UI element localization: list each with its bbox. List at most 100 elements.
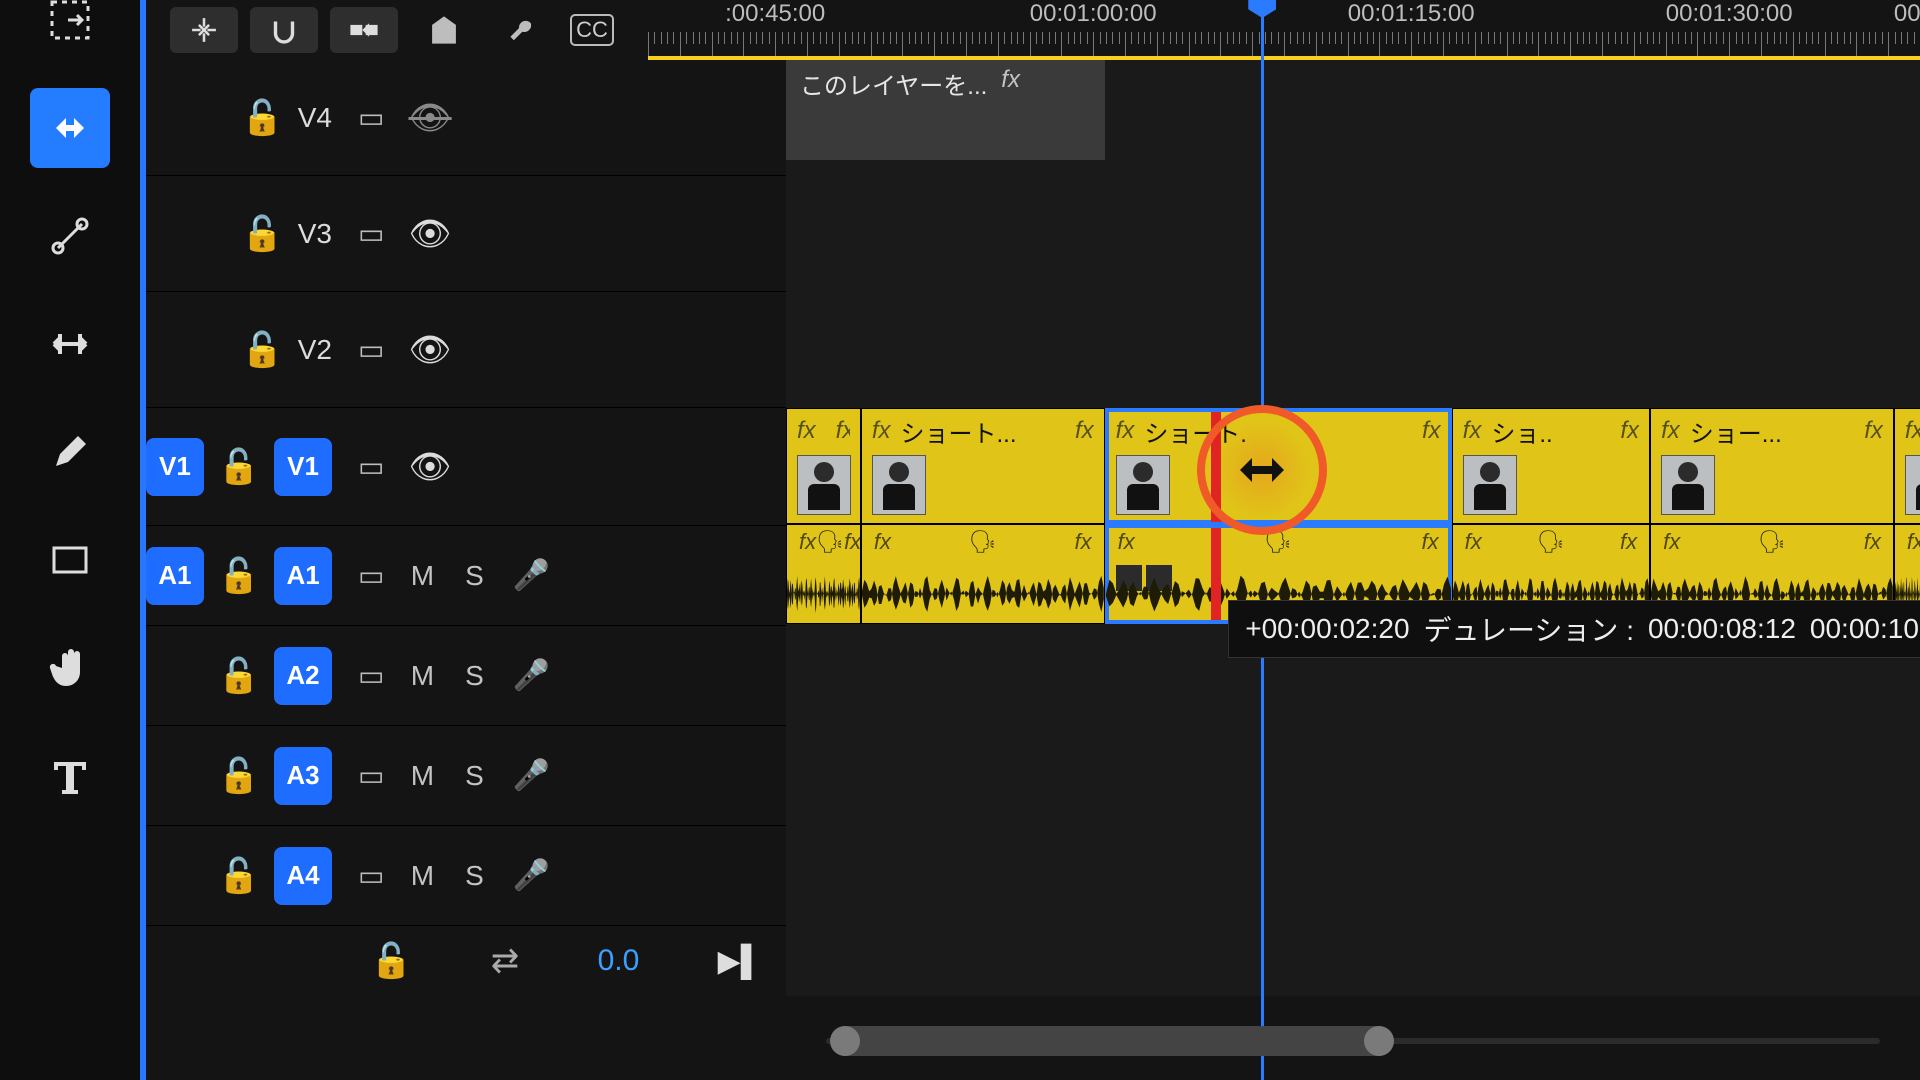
video-clip[interactable]: fxショ..fx (1452, 408, 1650, 524)
settings-button[interactable] (490, 7, 558, 53)
track-header-a2: 🔓 A2 ▭ M S 🎤 (146, 626, 786, 726)
ruler-time-label: 00:01:30:00 (1666, 0, 1793, 28)
ruler-time-label: :00:45:00 (725, 0, 825, 28)
clip-thumbnail (1463, 455, 1517, 515)
skip-icon[interactable]: ▶▌ (718, 944, 762, 979)
voice-icon: 🗣 (816, 529, 844, 555)
clip-title: ショー... (1690, 414, 1782, 449)
lock-icon[interactable]: 🔓 (241, 330, 283, 370)
captions-button[interactable]: CC (570, 14, 614, 46)
solo-button[interactable]: S (460, 660, 488, 692)
hand-tool-icon[interactable] (30, 628, 110, 708)
film-icon[interactable]: ▭ (358, 333, 384, 366)
fx-icon: fx (799, 529, 816, 555)
voice-icon: 🗣 (1758, 529, 1786, 555)
film-icon[interactable]: ▭ (358, 217, 384, 250)
source-patch-v1[interactable]: V1 (146, 438, 204, 496)
marker-button[interactable] (410, 7, 478, 53)
mute-button[interactable]: M (408, 660, 436, 692)
voiceover-icon[interactable]: 🎤 (512, 858, 549, 893)
video-clip[interactable]: fxfx (1894, 408, 1920, 524)
fx-icon: fx (1864, 529, 1881, 555)
timeline-value[interactable]: 0.0 (598, 944, 640, 978)
clip-title: ショート... (901, 414, 1017, 449)
clip-title: このレイヤーを... (800, 66, 987, 101)
voice-icon: 🗣 (1264, 529, 1292, 555)
eye-icon[interactable]: 👁 (408, 330, 451, 370)
slip-tool-icon[interactable] (30, 88, 110, 168)
swap-icon[interactable]: ⇄ (491, 941, 520, 981)
track-target-a2[interactable]: A2 (274, 647, 332, 705)
lock-icon[interactable]: 🔓 (218, 556, 260, 596)
video-clip[interactable]: fxショート...fx (861, 408, 1105, 524)
pen-tool-icon[interactable] (30, 412, 110, 492)
time-ruler[interactable]: :00:45:00 00:01:00:00 00:01:15:00 00:01:30:… (648, 0, 1920, 60)
eye-icon[interactable]: 👁 (408, 447, 451, 487)
linked-selection-button[interactable] (330, 7, 398, 53)
clip-v4[interactable]: このレイヤーを... fx (786, 60, 1105, 160)
ripple-edit-tool-icon[interactable] (30, 0, 110, 60)
voiceover-icon[interactable]: 🎤 (512, 658, 549, 693)
track-label[interactable]: V2 (298, 334, 332, 366)
mute-button[interactable]: M (408, 560, 436, 592)
audio-icon[interactable]: ▭ (358, 859, 384, 892)
video-clip[interactable]: fxfx (786, 408, 861, 524)
ruler-time-label: 00:01:15:00 (1348, 0, 1475, 28)
clip-thumbnail (1661, 455, 1715, 515)
track-label[interactable]: V3 (298, 218, 332, 250)
track-target-a1[interactable]: A1 (274, 547, 332, 605)
lock-icon[interactable]: 🔓 (370, 941, 412, 981)
zoom-slider[interactable] (832, 1026, 1392, 1056)
slide-tool-icon[interactable] (30, 304, 110, 384)
solo-button[interactable]: S (460, 760, 488, 792)
video-clip[interactable]: fxショート.fx (1105, 408, 1452, 524)
solo-button[interactable]: S (460, 860, 488, 892)
type-tool-icon[interactable] (30, 736, 110, 816)
snap-button[interactable] (250, 7, 318, 53)
clip-thumbnail (872, 455, 926, 515)
track-header-a1: A1 🔓 A1 ▭ M S 🎤 (146, 526, 786, 626)
insert-button[interactable] (170, 7, 238, 53)
track-target-v1[interactable]: V1 (274, 438, 332, 496)
audio-clip[interactable]: fx🗣fx (786, 524, 861, 624)
lock-icon[interactable]: 🔓 (241, 98, 283, 138)
fx-icon: fx (1075, 529, 1092, 555)
fx-icon: fx (1075, 417, 1094, 445)
audio-icon[interactable]: ▭ (358, 659, 384, 692)
rectangle-tool-icon[interactable] (30, 520, 110, 600)
lock-icon[interactable]: 🔓 (241, 214, 283, 254)
track-label[interactable]: V4 (298, 102, 332, 134)
lock-icon[interactable]: 🔓 (218, 756, 260, 796)
audio-icon[interactable]: ▭ (358, 759, 384, 792)
eye-off-icon[interactable]: 👁 (408, 98, 451, 138)
mute-button[interactable]: M (408, 860, 436, 892)
voiceover-icon[interactable]: 🎤 (512, 558, 549, 593)
film-icon[interactable]: ▭ (358, 450, 384, 483)
track-headers: 🔓 V4 ▭ 👁 🔓 V3 (146, 60, 786, 996)
audio-clip[interactable]: fx🗣fx (861, 524, 1105, 624)
ruler-time-label: 00 (1894, 0, 1920, 28)
source-patch-a1[interactable]: A1 (146, 547, 204, 605)
tooltip-offset: +00:00:02:20 (1245, 613, 1409, 645)
lock-icon[interactable]: 🔓 (218, 447, 260, 487)
fx-icon: fx (1118, 529, 1135, 555)
mute-button[interactable]: M (408, 760, 436, 792)
lock-icon[interactable]: 🔓 (218, 656, 260, 696)
tooltip-label: デュレーション : (1424, 609, 1634, 649)
lock-icon[interactable]: 🔓 (218, 856, 260, 896)
film-icon[interactable]: ▭ (358, 101, 384, 134)
timeline-content[interactable]: このレイヤーを... fx fxfxfxショート...fxfxショート.fxfx… (786, 60, 1920, 996)
track-target-a4[interactable]: A4 (274, 847, 332, 905)
solo-button[interactable]: S (460, 560, 488, 592)
fx-icon: fx (1001, 66, 1020, 94)
fx-icon: fx (1422, 529, 1439, 555)
ruler-time-label: 00:01:00:00 (1030, 0, 1157, 28)
track-header-v3: 🔓 V3 ▭ 👁 (146, 176, 786, 292)
video-clip[interactable]: fxショー...fx (1650, 408, 1894, 524)
audio-icon[interactable]: ▭ (358, 559, 384, 592)
eye-icon[interactable]: 👁 (408, 214, 451, 254)
voice-icon: 🗣 (969, 529, 997, 555)
voiceover-icon[interactable]: 🎤 (512, 758, 549, 793)
track-target-a3[interactable]: A3 (274, 747, 332, 805)
razor-tool-icon[interactable] (30, 196, 110, 276)
